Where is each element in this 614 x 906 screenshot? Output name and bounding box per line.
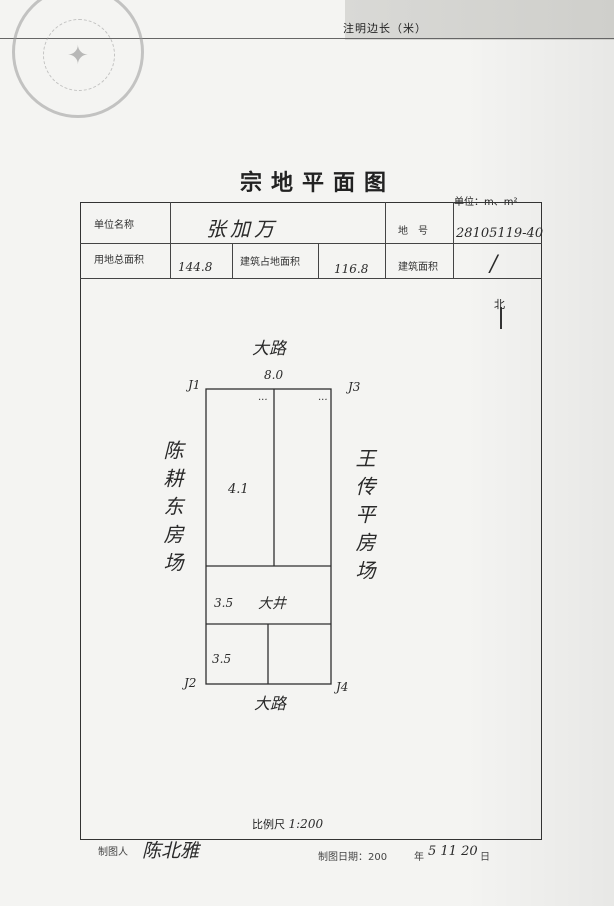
date-year-suffix: 年 xyxy=(414,852,424,863)
corner-j3: J3 xyxy=(348,380,361,394)
scale-label: 比例尺 1:200 xyxy=(252,816,323,832)
middle-room-label: 大井 xyxy=(258,596,286,612)
lower-room-dim: 3.5 xyxy=(212,652,232,666)
corner-j2: J2 xyxy=(184,676,197,690)
west-neighbor: 陈耕东房场 xyxy=(160,440,184,580)
north-side-label: 大路 xyxy=(252,339,286,359)
parcel-plan xyxy=(205,388,332,685)
top-dimension: 8.0 xyxy=(264,368,284,382)
main-room-dim: 4.1 xyxy=(228,482,249,497)
corner-j4: J4 xyxy=(336,680,349,694)
corner-j1: J1 xyxy=(188,378,201,392)
south-side-label: 大路 xyxy=(254,694,287,713)
drafter-label: 制图人 xyxy=(98,847,128,858)
date-day-suffix: 日 xyxy=(480,852,490,863)
drafter-signature: 陈北雅 xyxy=(142,840,200,862)
middle-room-dim: 3.5 xyxy=(214,596,234,610)
date-label: 制图日期：200 xyxy=(318,852,388,863)
plan-mark: ... xyxy=(258,392,268,403)
scale-value: 1:200 xyxy=(288,817,324,831)
date-value: 5 11 20 xyxy=(428,844,478,859)
plan-mark: ... xyxy=(318,392,328,403)
east-neighbor: 王传平房场 xyxy=(352,448,376,588)
scale-caption: 比例尺 xyxy=(252,818,285,831)
